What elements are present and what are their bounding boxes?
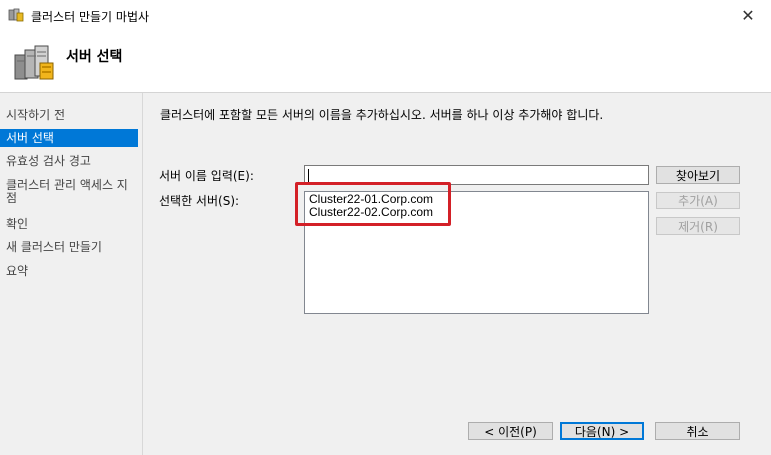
wizard-header: 서버 선택 [0, 31, 771, 92]
highlight-box [295, 182, 451, 226]
content-divider [142, 93, 143, 455]
sidebar-item-label: 요약 [6, 264, 29, 278]
sidebar-item-select-servers[interactable]: 서버 선택 [0, 129, 138, 147]
window-title: 클러스터 만들기 마법사 [31, 10, 150, 24]
page-title: 서버 선택 [66, 49, 123, 65]
cancel-button[interactable]: 취소 [655, 422, 740, 440]
sidebar-item-access-point[interactable]: 클러스터 관리 액세스 지점 [0, 179, 130, 205]
sidebar-item-before-you-begin[interactable]: 시작하기 전 [0, 109, 138, 122]
instruction-text: 클러스터에 포함할 모든 서버의 이름을 추가하십시오. 서버를 하나 이상 추… [160, 108, 604, 122]
wizard-content: 클러스터에 포함할 모든 서버의 이름을 추가하십시오. 서버를 하나 이상 추… [142, 93, 771, 455]
wizard-steps-sidebar: 시작하기 전 서버 선택 유효성 검사 경고 클러스터 관리 액세스 지점 확인… [0, 93, 142, 455]
next-button[interactable]: 다음(N) > [560, 422, 644, 440]
back-button[interactable]: < 이전(P) [468, 422, 553, 440]
server-name-label: 서버 이름 입력(E): [159, 169, 254, 183]
sidebar-item-label: 확인 [6, 217, 29, 231]
browse-button[interactable]: 찾아보기 [656, 166, 740, 184]
sidebar-item-summary[interactable]: 요약 [0, 265, 138, 278]
sidebar-item-label: 새 클러스터 만들기 [6, 240, 102, 254]
server-cluster-icon [14, 45, 54, 80]
title-bar: 클러스터 만들기 마법사 ✕ [0, 0, 771, 31]
sidebar-item-confirmation[interactable]: 확인 [0, 218, 138, 231]
sidebar-item-label: 서버 선택 [6, 131, 54, 145]
close-icon: ✕ [741, 6, 755, 25]
sidebar-item-validation-warning[interactable]: 유효성 검사 경고 [0, 155, 138, 168]
close-button[interactable]: ✕ [725, 0, 771, 31]
remove-button[interactable]: 제거(R) [656, 217, 740, 235]
sidebar-item-label: 클러스터 관리 액세스 지점 [6, 178, 128, 205]
sidebar-item-label: 유효성 검사 경고 [6, 154, 91, 168]
sidebar-item-create-cluster[interactable]: 새 클러스터 만들기 [0, 241, 138, 254]
text-caret [308, 169, 309, 182]
add-button[interactable]: 추가(A) [656, 192, 740, 209]
selected-servers-label: 선택한 서버(S): [159, 194, 240, 208]
sidebar-item-label: 시작하기 전 [6, 108, 66, 122]
cluster-wizard-icon [8, 8, 24, 22]
